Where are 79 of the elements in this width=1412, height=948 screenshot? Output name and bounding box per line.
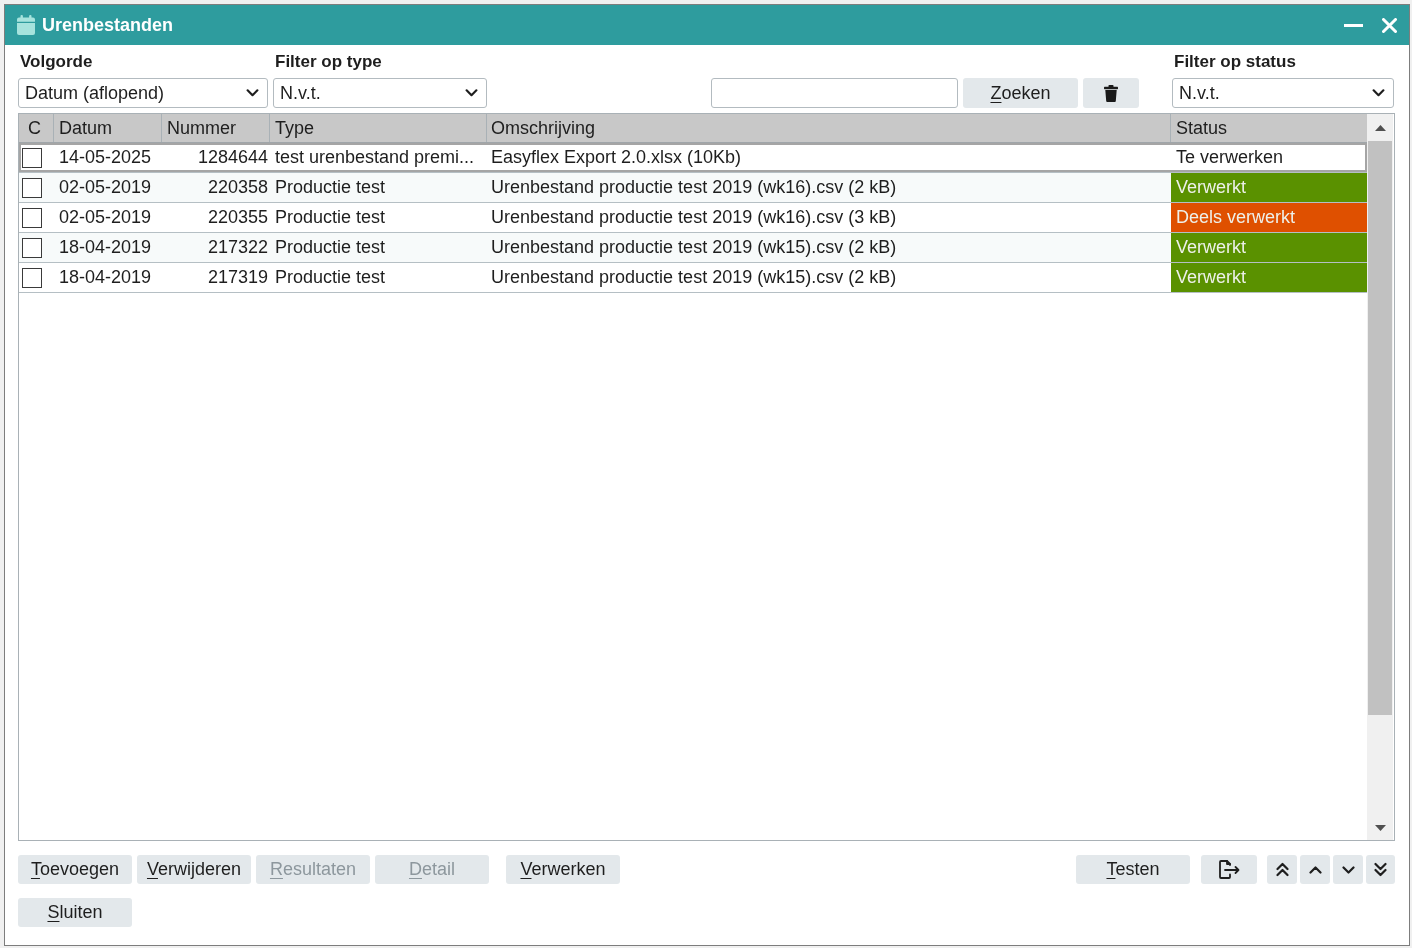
scrollbar[interactable]	[1367, 114, 1393, 840]
minimize-icon	[1344, 23, 1363, 27]
table-cell-text: 18-04-2019	[58, 236, 153, 259]
dropdown[interactable]: Datum (aflopend)	[18, 78, 268, 108]
checkbox[interactable]	[22, 147, 42, 168]
dropdown[interactable]: N.v.t.	[1172, 78, 1394, 108]
field-label: Filter op type	[274, 51, 383, 73]
table-cell-text: Urenbestand productie test 2019 (wk15).csv (2 kB)	[490, 236, 898, 259]
delete-button[interactable]: Verwijderen	[137, 855, 251, 884]
table-cell-text: 14-05-2025	[58, 146, 153, 169]
table-cell-text: 02-05-2019	[58, 176, 153, 199]
status-cell: Deels verwerkt	[1171, 203, 1367, 232]
column-header[interactable]: Omschrijving	[487, 114, 1171, 142]
test-button[interactable]: Testen	[1076, 855, 1190, 884]
scrollbar-thumb[interactable]	[1368, 141, 1392, 715]
table-cell-text: 1284644	[196, 146, 269, 169]
table-cell-text: Urenbestand productie test 2019 (wk15).csv (2 kB)	[490, 266, 898, 289]
chevron-down-icon	[465, 89, 478, 97]
table-cell-text: 217319	[206, 266, 269, 289]
table-cell-text: Urenbestand productie test 2019 (wk16).csv (3 kB)	[490, 206, 898, 229]
checkbox[interactable]	[22, 177, 42, 198]
table-row[interactable]: 02-05-2019 220355 Productie test Urenbestand productie test 2019 (wk16).csv (3 kB) Deels verwerkt	[19, 203, 1367, 233]
export-icon	[1218, 860, 1240, 879]
close-dialog-button[interactable]: Sluiten	[18, 898, 132, 927]
table-cell-text: 217322	[206, 236, 269, 259]
table-row[interactable]: 18-04-2019 217322 Productie test Urenbestand productie test 2019 (wk15).csv (2 kB) Verwerkt	[19, 233, 1367, 263]
table-row[interactable]: 18-04-2019 217319 Productie test Urenbestand productie test 2019 (wk15).csv (2 kB) Verwerkt	[19, 263, 1367, 293]
delete-search-button[interactable]	[1083, 78, 1139, 108]
chevron-down-icon	[1341, 865, 1355, 874]
field-label: Filter op status	[1173, 51, 1297, 73]
close-button[interactable]	[1382, 17, 1397, 33]
table-cell-text: Productie test	[274, 236, 387, 259]
checkbox[interactable]	[22, 267, 42, 288]
move-to-bottom-button[interactable]	[1366, 855, 1395, 884]
double-chevron-down-icon	[1374, 862, 1387, 877]
search-button[interactable]: Zoeken	[963, 78, 1078, 108]
table-cell-text: Productie test	[274, 176, 387, 199]
up-triangle-icon[interactable]	[1374, 124, 1386, 131]
table-row[interactable]: 14-05-2025 1284644 test urenbestand premi... Easyflex Export 2.0.xlsx (10Kb) Te verwerken	[19, 143, 1367, 173]
move-up-button[interactable]	[1300, 855, 1330, 884]
close-icon	[1382, 17, 1397, 33]
status-cell-text: Te verwerken	[1175, 146, 1285, 169]
field-label: Volgorde	[19, 51, 94, 73]
table-row[interactable]: 02-05-2019 220358 Productie test Urenbestand productie test 2019 (wk16).csv (2 kB) Verwerkt	[19, 173, 1367, 203]
column-header[interactable]: Type	[270, 114, 487, 142]
process-button[interactable]: Verwerken	[506, 855, 620, 884]
status-cell: Verwerkt	[1171, 173, 1367, 202]
table-cell-text: 220358	[206, 176, 269, 199]
trash-icon	[1104, 84, 1118, 102]
chevron-down-icon	[246, 89, 259, 97]
double-chevron-up-icon	[1275, 862, 1289, 877]
column-header[interactable]: Nummer	[162, 114, 270, 142]
table-cell-text: Urenbestand productie test 2019 (wk16).csv (2 kB)	[490, 176, 898, 199]
column-header[interactable]: Datum	[54, 114, 162, 142]
column-header[interactable]: Status	[1171, 114, 1367, 142]
table-cell-text: Easyflex Export 2.0.xlsx (10Kb)	[490, 146, 743, 169]
table-cell-text: test urenbestand premi...	[274, 146, 476, 169]
export-button[interactable]	[1201, 855, 1257, 884]
chevron-up-icon	[1308, 865, 1322, 874]
window-title: Urenbestanden	[42, 13, 174, 37]
move-down-button[interactable]	[1333, 855, 1363, 884]
calendar-icon	[17, 15, 35, 35]
table-cell-text: 02-05-2019	[58, 206, 153, 229]
checkbox[interactable]	[22, 237, 42, 258]
checkbox[interactable]	[22, 207, 42, 228]
status-cell: Verwerkt	[1171, 233, 1367, 262]
add-button[interactable]: Toevoegen	[18, 855, 132, 884]
table-cell-text: Productie test	[274, 206, 387, 229]
search-field[interactable]	[711, 78, 958, 108]
move-to-top-button[interactable]	[1267, 855, 1297, 884]
down-triangle-icon[interactable]	[1374, 825, 1386, 831]
dropdown[interactable]: N.v.t.	[273, 78, 487, 108]
status-cell: Verwerkt	[1171, 263, 1367, 292]
minimize-button[interactable]	[1344, 23, 1363, 27]
table-cell-text: 220355	[206, 206, 269, 229]
column-header[interactable]: C	[19, 114, 54, 142]
chevron-down-icon	[1372, 89, 1385, 97]
table-cell-text: 18-04-2019	[58, 266, 153, 289]
table-cell-text: Productie test	[274, 266, 387, 289]
